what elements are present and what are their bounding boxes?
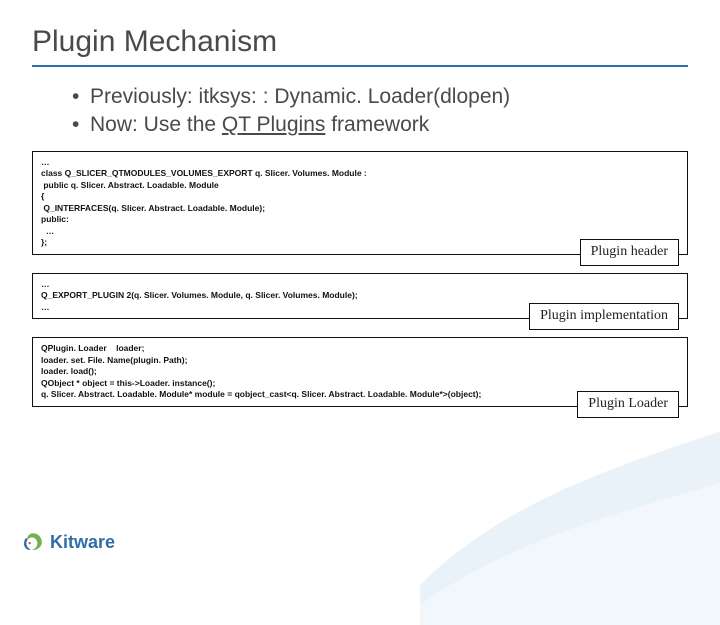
bullet-previously: Previously: itksys: : Dynamic. Loader(dl… [90, 85, 688, 109]
code-box-plugin-header: … class Q_SLICER_QTMODULES_VOLUMES_EXPOR… [32, 151, 688, 255]
background-swoosh [420, 385, 720, 625]
code-box-plugin-implementation: … Q_EXPORT_PLUGIN 2(q. Slicer. Volumes. … [32, 273, 688, 319]
code-line: public: [41, 214, 679, 225]
qt-plugins-link[interactable]: QT Plugins [222, 113, 326, 136]
code-line: class Q_SLICER_QTMODULES_VOLUMES_EXPORT … [41, 168, 679, 179]
code-line: public q. Slicer. Abstract. Loadable. Mo… [41, 180, 679, 191]
bullet-text: Now: Use the [90, 113, 222, 136]
bullet-list: Previously: itksys: : Dynamic. Loader(dl… [50, 85, 688, 137]
code-box-label: Plugin header [580, 239, 679, 266]
code-line: loader. load(); [41, 366, 679, 377]
kitware-logo-text: Kitware [50, 532, 115, 553]
title-bar: Plugin Mechanism [32, 25, 688, 67]
bullet-text: framework [325, 113, 429, 136]
slide-title: Plugin Mechanism [32, 25, 688, 59]
code-line: Q_EXPORT_PLUGIN 2(q. Slicer. Volumes. Mo… [41, 290, 679, 301]
bullet-now: Now: Use the QT Plugins framework [90, 113, 688, 137]
code-line: … [41, 279, 679, 290]
code-line: loader. set. File. Name(plugin. Path); [41, 355, 679, 366]
bullet-text: Previously: [90, 85, 199, 108]
code-line: … [41, 226, 679, 237]
code-line: QPlugin. Loader loader; [41, 343, 679, 354]
code-line: … [41, 157, 679, 168]
code-box-label: Plugin Loader [577, 391, 679, 418]
code-box-label: Plugin implementation [529, 303, 679, 330]
kitware-logo-icon [22, 531, 44, 553]
code-line: { [41, 191, 679, 202]
footer: Kitware [22, 531, 115, 553]
bullet-text: itksys: : Dynamic. Loader(dlopen) [199, 85, 511, 108]
code-line: QObject * object = this->Loader. instanc… [41, 378, 679, 389]
code-box-plugin-loader: QPlugin. Loader loader; loader. set. Fil… [32, 337, 688, 406]
code-line: Q_INTERFACES(q. Slicer. Abstract. Loadab… [41, 203, 679, 214]
